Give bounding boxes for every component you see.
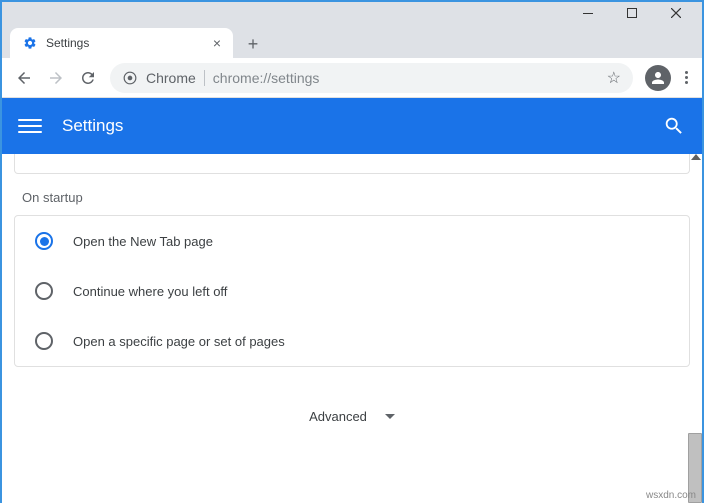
radio-label: Open a specific page or set of pages bbox=[73, 334, 285, 349]
forward-button[interactable] bbox=[42, 64, 70, 92]
close-button[interactable] bbox=[654, 2, 698, 24]
watermark: wsxdn.com bbox=[646, 490, 696, 501]
hamburger-menu-icon[interactable] bbox=[18, 114, 42, 138]
gear-icon bbox=[22, 35, 38, 51]
chrome-icon bbox=[122, 70, 138, 86]
minimize-button[interactable] bbox=[566, 2, 610, 24]
url-origin: Chrome bbox=[146, 70, 205, 86]
radio-icon bbox=[35, 282, 53, 300]
section-label: On startup bbox=[22, 190, 682, 205]
maximize-button[interactable] bbox=[610, 2, 654, 24]
radio-option-new-tab[interactable]: Open the New Tab page bbox=[15, 216, 689, 266]
settings-header: Settings bbox=[2, 98, 702, 154]
tab-close-icon[interactable]: × bbox=[213, 35, 221, 51]
startup-card: Open the New Tab page Continue where you… bbox=[14, 215, 690, 367]
tab-settings[interactable]: Settings × bbox=[10, 28, 233, 58]
radio-icon bbox=[35, 332, 53, 350]
window-controls bbox=[2, 2, 702, 24]
advanced-toggle[interactable]: Advanced bbox=[6, 391, 698, 446]
radio-option-continue[interactable]: Continue where you left off bbox=[15, 266, 689, 316]
radio-label: Continue where you left off bbox=[73, 284, 227, 299]
page-title: Settings bbox=[62, 116, 662, 136]
tab-title: Settings bbox=[46, 36, 205, 50]
search-icon[interactable] bbox=[662, 114, 686, 138]
radio-icon bbox=[35, 232, 53, 250]
profile-avatar[interactable] bbox=[645, 65, 671, 91]
back-button[interactable] bbox=[10, 64, 38, 92]
scroll-up-arrow-icon[interactable] bbox=[691, 154, 701, 160]
previous-card-edge bbox=[14, 154, 690, 174]
omnibox[interactable]: Chrome chrome://settings ☆ bbox=[110, 63, 633, 93]
radio-option-specific-pages[interactable]: Open a specific page or set of pages bbox=[15, 316, 689, 366]
new-tab-button[interactable]: + bbox=[239, 30, 267, 58]
tab-strip: Settings × + bbox=[2, 24, 702, 58]
bookmark-star-icon[interactable]: ☆ bbox=[607, 68, 621, 88]
content-area: On startup Open the New Tab page Continu… bbox=[2, 154, 702, 503]
kebab-menu-icon[interactable] bbox=[679, 71, 694, 84]
toolbar: Chrome chrome://settings ☆ bbox=[2, 58, 702, 98]
reload-button[interactable] bbox=[74, 64, 102, 92]
radio-label: Open the New Tab page bbox=[73, 234, 213, 249]
advanced-label: Advanced bbox=[309, 409, 367, 424]
chevron-down-icon bbox=[385, 414, 395, 419]
url-path: chrome://settings bbox=[213, 70, 599, 86]
